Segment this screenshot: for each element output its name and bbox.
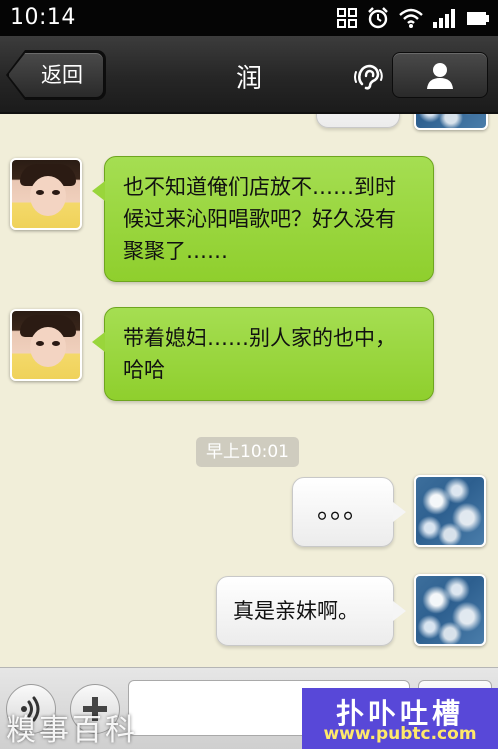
incoming-message-bubble[interactable]: 带着媳妇……别人家的也中，哈哈	[92, 307, 434, 401]
chat-screen: 10:14 返回 润 也不知道俺们店放不……到时候过来沁阳唱歌吧？好久没有聚聚了…	[0, 0, 498, 749]
screen-rotate-icon	[337, 8, 357, 28]
profile-button[interactable]	[392, 52, 488, 98]
back-button[interactable]: 返回	[8, 52, 104, 98]
watermark-pubtc: 扑卟吐槽 www.pubtc.com	[302, 688, 498, 749]
wifi-icon	[399, 8, 423, 28]
my-avatar[interactable]	[414, 574, 486, 646]
watermark-qiushibaike: 糗事百科	[6, 713, 138, 748]
my-avatar[interactable]	[414, 114, 488, 130]
my-avatar[interactable]	[414, 475, 486, 547]
watermark-url-text: www.pubtc.com	[323, 724, 477, 744]
incoming-message-bubble[interactable]: 也不知道俺们店放不……到时候过来沁阳唱歌吧？好久没有聚聚了……	[92, 156, 434, 282]
message-text: 带着媳妇……别人家的也中，哈哈	[123, 326, 396, 382]
message-text: 也不知道俺们店放不……到时候过来沁阳唱歌吧？好久没有聚聚了……	[123, 175, 396, 263]
signal-icon	[433, 9, 455, 28]
earpiece-icon[interactable]	[354, 62, 384, 92]
contact-avatar[interactable]	[10, 158, 82, 230]
time-divider: 早上10:01	[196, 437, 299, 467]
status-time: 10:14	[10, 5, 76, 30]
status-bar: 10:14	[0, 0, 498, 36]
alarm-icon	[368, 7, 388, 29]
message-list[interactable]: 也不知道俺们店放不……到时候过来沁阳唱歌吧？好久没有聚聚了…… 带着媳妇……别人…	[0, 114, 498, 667]
title-bar: 返回 润	[0, 36, 498, 114]
person-icon	[427, 63, 453, 89]
outgoing-message-bubble[interactable]: 真是亲妹啊。	[216, 576, 406, 646]
message-text: 。。。	[316, 495, 369, 525]
outgoing-message-bubble[interactable]: 。。。	[292, 477, 406, 547]
message-text: 真是亲妹啊。	[233, 599, 359, 623]
battery-icon	[467, 12, 489, 25]
contact-avatar[interactable]	[10, 309, 82, 381]
previous-message-bubble	[316, 114, 400, 128]
status-icons	[336, 6, 490, 30]
